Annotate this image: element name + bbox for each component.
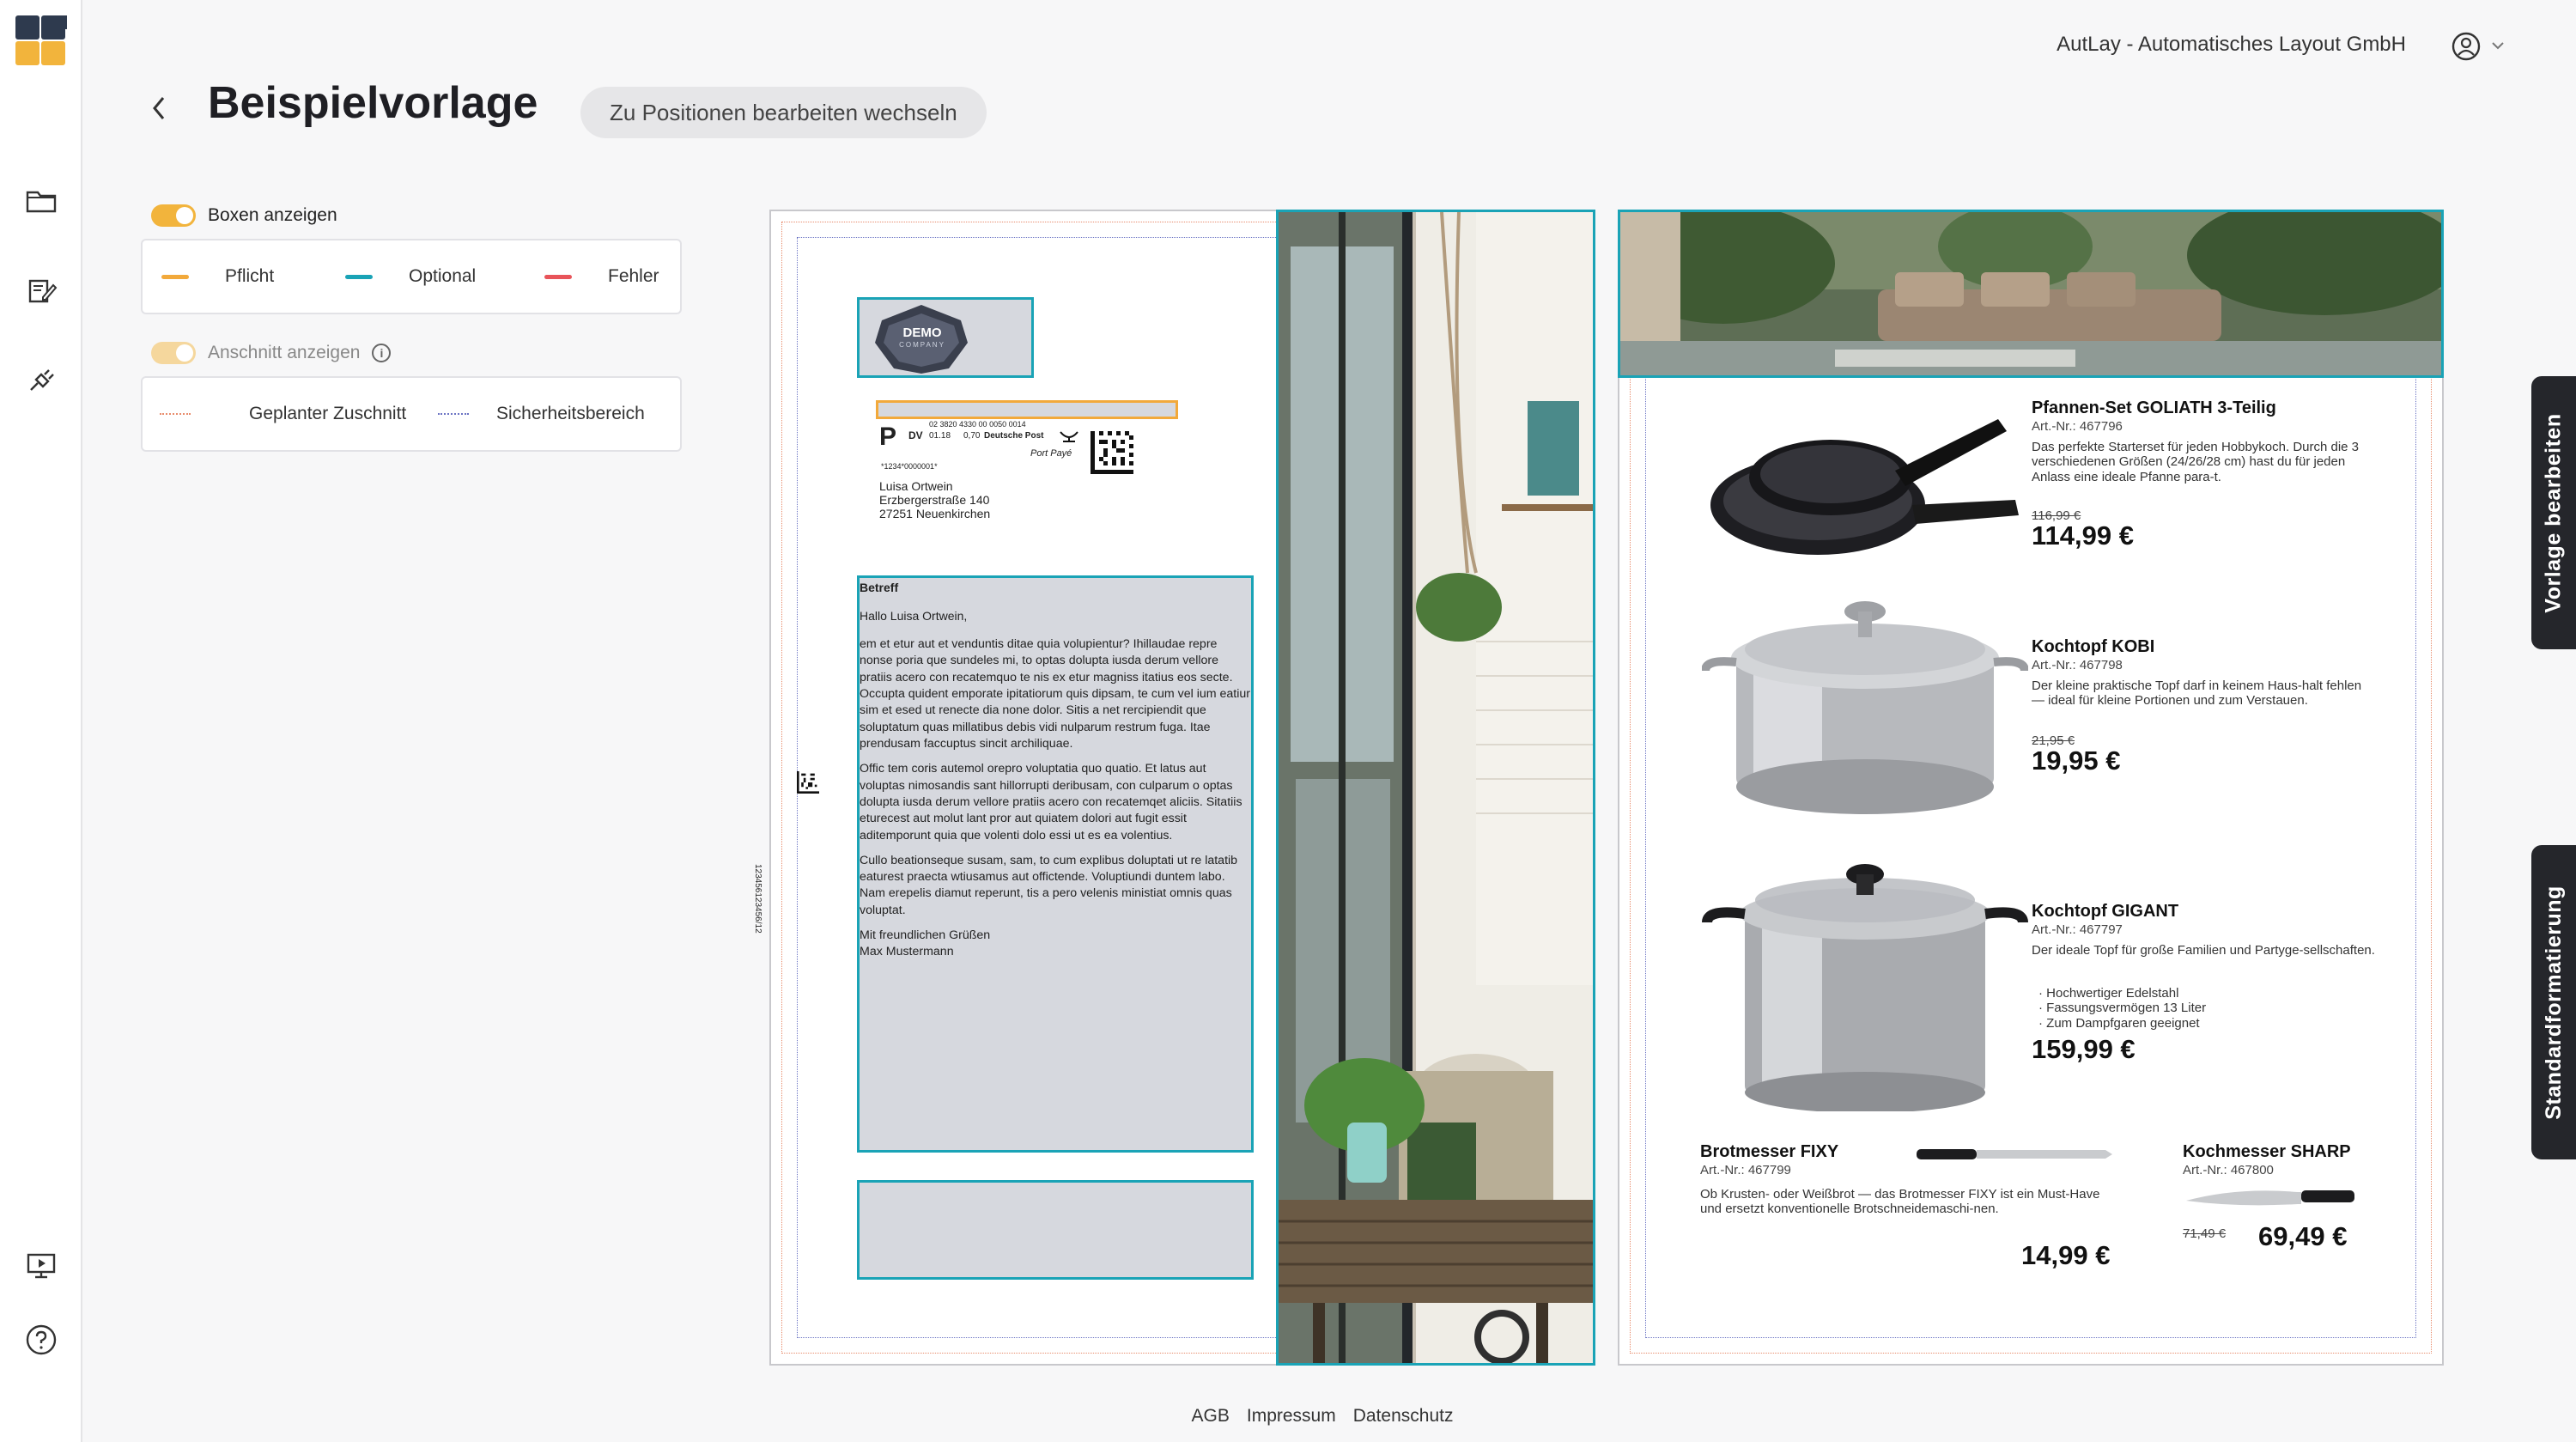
- boxes-toggle-label: Boxen anzeigen: [208, 205, 337, 225]
- product-old-price: 71,49 €: [2183, 1226, 2227, 1241]
- bleed-legend: Geplanter Zuschnitt Sicherheitsbereich: [141, 376, 682, 452]
- product-price: 114,99 €: [2032, 520, 2134, 551]
- letter-paragraph: Offic tem coris autemol orepro voluptati…: [860, 762, 1242, 843]
- page-title: Beispielvorlage: [208, 78, 538, 128]
- reference-number: *1234*0000001*: [881, 462, 938, 471]
- box-legend: Pflicht Optional Fehler: [141, 239, 682, 314]
- product-description: Der kleine praktische Topf darf in keine…: [2032, 678, 2362, 709]
- pan-set-image: [1710, 419, 2019, 555]
- swatch-fehler: [544, 274, 572, 279]
- pot-kobi-image: [1702, 601, 2028, 814]
- boxes-toggle[interactable]: [151, 204, 196, 227]
- datamatrix-code: [1091, 431, 1133, 474]
- legend-pflicht: Pflicht: [161, 266, 274, 287]
- postage-date: 01.18: [929, 431, 951, 441]
- logo-subtext: COMPANY: [899, 341, 945, 349]
- legend-planned-cut: Geplanter Zuschnitt: [160, 404, 406, 424]
- product-price: 69,49 €: [2258, 1221, 2348, 1251]
- letter-greeting: Hallo Luisa Ortwein,: [860, 609, 968, 624]
- bleed-toggle-label: Anschnitt anzeigen: [208, 343, 361, 362]
- product-price: 159,99 €: [2032, 1034, 2136, 1064]
- postage-carrier: Deutsche Post: [984, 431, 1044, 441]
- company-name: AutLay - Automatisches Layout GmbH: [2057, 33, 2406, 56]
- logo-box[interactable]: DEMO COMPANY: [857, 297, 1034, 378]
- living-room-photo: [1620, 212, 2441, 375]
- info-icon[interactable]: i: [372, 344, 392, 362]
- chef-knife-image: [2186, 1190, 2354, 1206]
- footer-link-agb[interactable]: AGB: [1192, 1406, 1230, 1427]
- logo-text: DEMO: [902, 326, 942, 340]
- legend-fehler: Fehler: [544, 266, 659, 287]
- letter-closing: Mit freundlichen Grüßen Max Mustermann: [860, 928, 991, 959]
- back-arrow-icon[interactable]: [146, 93, 172, 124]
- tab-default-format[interactable]: Standardformatierung: [2531, 845, 2576, 1159]
- empty-optional-box[interactable]: [857, 1180, 1254, 1280]
- postage-code: 02 3820 4330 00 0050 0014: [929, 420, 1026, 429]
- postage-amount: 0,70: [963, 431, 981, 441]
- letter-body-box[interactable]: Betreff Hallo Luisa Ortwein, em et etur …: [857, 575, 1254, 1153]
- product-name: Kochtopf GIGANT: [2032, 902, 2179, 921]
- product-article-number: Art.-Nr.: 467800: [2183, 1163, 2274, 1177]
- tab-edit-template[interactable]: Vorlage bearbeiten: [2531, 376, 2576, 649]
- postage-dv: DV: [908, 429, 923, 441]
- presentation-icon[interactable]: [22, 1247, 60, 1285]
- line-safety-area: [438, 413, 469, 415]
- footer-link-datenschutz[interactable]: Datenschutz: [1353, 1406, 1454, 1427]
- bleed-toggle-row: Anschnitt anzeigen i: [151, 342, 392, 364]
- legend-safety-area: Sicherheitsbereich: [438, 404, 645, 424]
- product-description: Der ideale Topf für große Familien und P…: [2032, 943, 2375, 958]
- edit-document-icon[interactable]: [22, 271, 60, 309]
- post-horn-icon: [1060, 431, 1078, 442]
- interior-photo: [1279, 212, 1593, 1363]
- product-page: Pfannen-Set GOLIATH 3-Teilig Art.-Nr.: 4…: [1618, 210, 2444, 1366]
- boxes-toggle-row: Boxen anzeigen: [151, 204, 337, 227]
- letter-paragraph: Cullo beationseque susam, sam, to cum ex…: [860, 853, 1238, 917]
- product-name: Kochmesser SHARP: [2183, 1142, 2351, 1161]
- banner-photo-box[interactable]: [1618, 210, 2444, 378]
- letter-subject: Betreff: [860, 581, 899, 594]
- postage-letter: P: [879, 423, 897, 451]
- user-account-icon[interactable]: [2451, 31, 2482, 62]
- plug-icon[interactable]: [22, 361, 60, 399]
- swatch-optional: [345, 274, 373, 279]
- letter-paragraph: em et etur aut et venduntis ditae quia v…: [860, 637, 1251, 751]
- product-name: Brotmesser FIXY: [1700, 1142, 1839, 1161]
- product-description: Das perfekte Starterset für jeden Hobbyk…: [2032, 440, 2360, 484]
- line-planned-cut: [160, 413, 191, 415]
- bleed-toggle[interactable]: [151, 342, 196, 364]
- product-price: 19,95 €: [2032, 745, 2121, 776]
- product-name: Kochtopf KOBI: [2032, 637, 2155, 656]
- pot-gigant-image: [1702, 864, 2028, 1111]
- product-name: Pfannen-Set GOLIATH 3-Teilig: [2032, 399, 2276, 417]
- folder-icon[interactable]: [22, 182, 60, 220]
- footer-link-impressum[interactable]: Impressum: [1247, 1406, 1336, 1427]
- app-logo[interactable]: [15, 15, 67, 67]
- postage-mandatory-box[interactable]: [876, 400, 1178, 419]
- bread-knife-image: [1917, 1149, 2112, 1159]
- sidebar: [0, 0, 82, 1442]
- legend-optional: Optional: [345, 266, 476, 287]
- footer: AGB Impressum Datenschutz: [0, 1406, 2576, 1427]
- product-article-number: Art.-Nr.: 467797: [2032, 922, 2123, 937]
- product-article-number: Art.-Nr.: 467796: [2032, 419, 2123, 434]
- chevron-down-icon[interactable]: [2490, 40, 2506, 52]
- product-price: 14,99 €: [2021, 1240, 2111, 1270]
- help-icon[interactable]: [22, 1321, 60, 1359]
- recipient-address: Luisa Ortwein Erzbergerstraße 140 27251 …: [879, 479, 991, 521]
- side-code-number: 123456123456/12: [753, 864, 762, 934]
- letter-page: DEMO COMPANY P 02 3820 4330 00 0050 0014…: [753, 210, 1595, 1366]
- product-article-number: Art.-Nr.: 467799: [1700, 1163, 1791, 1177]
- swatch-pflicht: [161, 274, 189, 279]
- interior-photo-box[interactable]: [1276, 210, 1595, 1366]
- side-datamatrix-code: [797, 771, 819, 794]
- product-description: Ob Krusten- oder Weißbrot — das Brotmess…: [1700, 1187, 2100, 1217]
- switch-to-positions-button[interactable]: Zu Positionen bearbeiten wechseln: [580, 87, 987, 138]
- product-bullet-list: · Hochwertiger Edelstahl · Fassungsvermö…: [2038, 986, 2207, 1031]
- port-paye: Port Payé: [1030, 448, 1072, 459]
- product-article-number: Art.-Nr.: 467798: [2032, 658, 2123, 672]
